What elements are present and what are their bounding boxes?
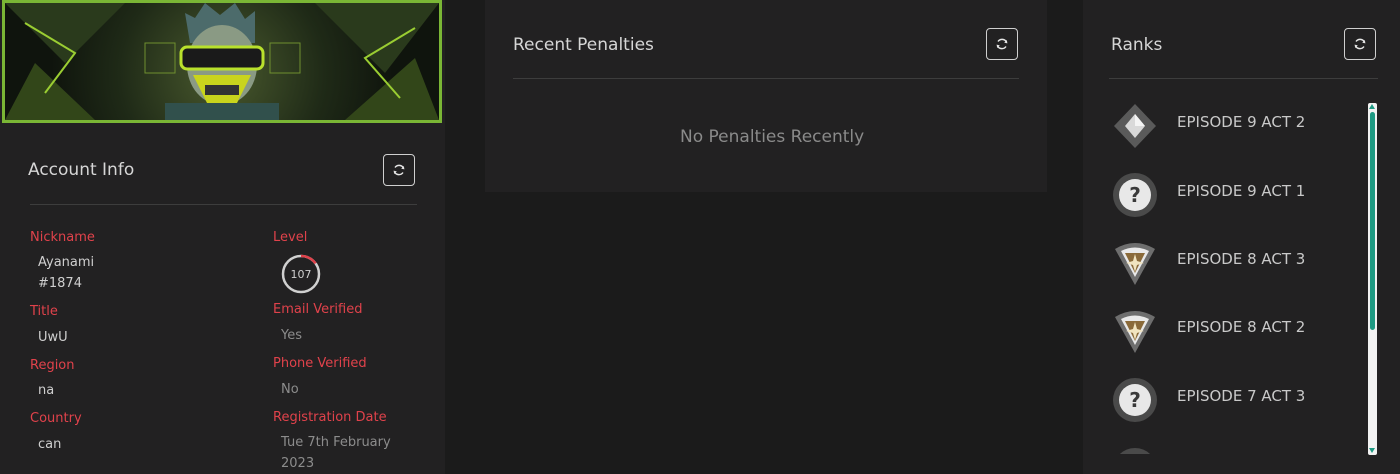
registration-date-value: Tue 7th February 2023 (281, 435, 391, 471)
rank-item: EPISODE 8 ACT 2 (1111, 307, 1351, 357)
region-label: Region (30, 358, 75, 373)
account-header-divider (30, 204, 417, 205)
ascendant-rank-icon (1115, 311, 1155, 353)
rank-item: ? EPISODE 9 ACT 1 (1111, 171, 1351, 221)
rank-item-partial (1111, 446, 1351, 454)
registration-date-label: Registration Date (273, 410, 387, 425)
ranks-title: Ranks (1111, 35, 1163, 55)
email-verified-value: Yes (281, 328, 302, 343)
ranks-scrollbar[interactable] (1368, 103, 1377, 455)
scroll-up-arrow-icon[interactable] (1369, 104, 1375, 109)
penalties-refresh-button[interactable] (986, 28, 1018, 60)
refresh-icon (996, 38, 1008, 50)
refresh-icon (1354, 38, 1366, 50)
ranks-panel: Ranks EPISODE 9 ACT 2 ? EPISODE 9 ACT 1 (1083, 0, 1400, 474)
rank-item: EPISODE 9 ACT 2 (1111, 102, 1351, 152)
svg-text:?: ? (1129, 183, 1141, 207)
unranked-icon: ? (1113, 378, 1157, 422)
diamond-rank-icon (1114, 104, 1156, 148)
rank-label: EPISODE 9 ACT 1 (1177, 182, 1306, 200)
title-value: UwU (38, 330, 68, 345)
country-label: Country (30, 411, 82, 426)
svg-text:?: ? (1129, 388, 1141, 412)
nickname-value: Ayanami #1874 (38, 255, 95, 291)
ascendant-rank-icon (1115, 243, 1155, 285)
rank-item: EPISODE 8 ACT 3 (1111, 239, 1351, 289)
recent-penalties-title: Recent Penalties (513, 35, 654, 55)
recent-penalties-panel: Recent Penalties No Penalties Recently (485, 0, 1047, 192)
email-verified-label: Email Verified (273, 302, 363, 317)
penalties-header-divider (513, 78, 1019, 79)
level-value: 107 (290, 267, 312, 281)
unranked-icon (1119, 448, 1151, 454)
account-info-title: Account Info (28, 160, 135, 180)
no-penalties-message: No Penalties Recently (680, 127, 865, 147)
rank-label: EPISODE 7 ACT 3 (1177, 387, 1306, 405)
phone-verified-label: Phone Verified (273, 356, 367, 371)
region-value: na (38, 383, 55, 398)
level-ring: 107 (281, 254, 321, 294)
account-refresh-button[interactable] (383, 154, 415, 186)
title-label: Title (30, 304, 58, 319)
rank-label: EPISODE 9 ACT 2 (1177, 113, 1306, 131)
phone-verified-value: No (281, 382, 299, 397)
rank-label: EPISODE 8 ACT 3 (1177, 250, 1306, 268)
player-card-banner (2, 0, 442, 123)
refresh-icon (393, 164, 405, 176)
ranks-scroll-thumb[interactable] (1370, 112, 1375, 330)
ranks-refresh-button[interactable] (1344, 28, 1376, 60)
rank-label: EPISODE 8 ACT 2 (1177, 318, 1306, 336)
account-info-panel: Account Info Nickname Ayanami #1874 Titl… (0, 0, 445, 474)
scroll-down-arrow-icon[interactable] (1369, 448, 1375, 453)
player-card-art (5, 3, 439, 120)
ranks-header-divider (1109, 78, 1378, 79)
rank-item: ? EPISODE 7 ACT 3 (1111, 376, 1351, 426)
level-label: Level (273, 230, 308, 245)
nickname-label: Nickname (30, 230, 95, 245)
country-value: can (38, 437, 62, 452)
unranked-icon: ? (1113, 173, 1157, 217)
